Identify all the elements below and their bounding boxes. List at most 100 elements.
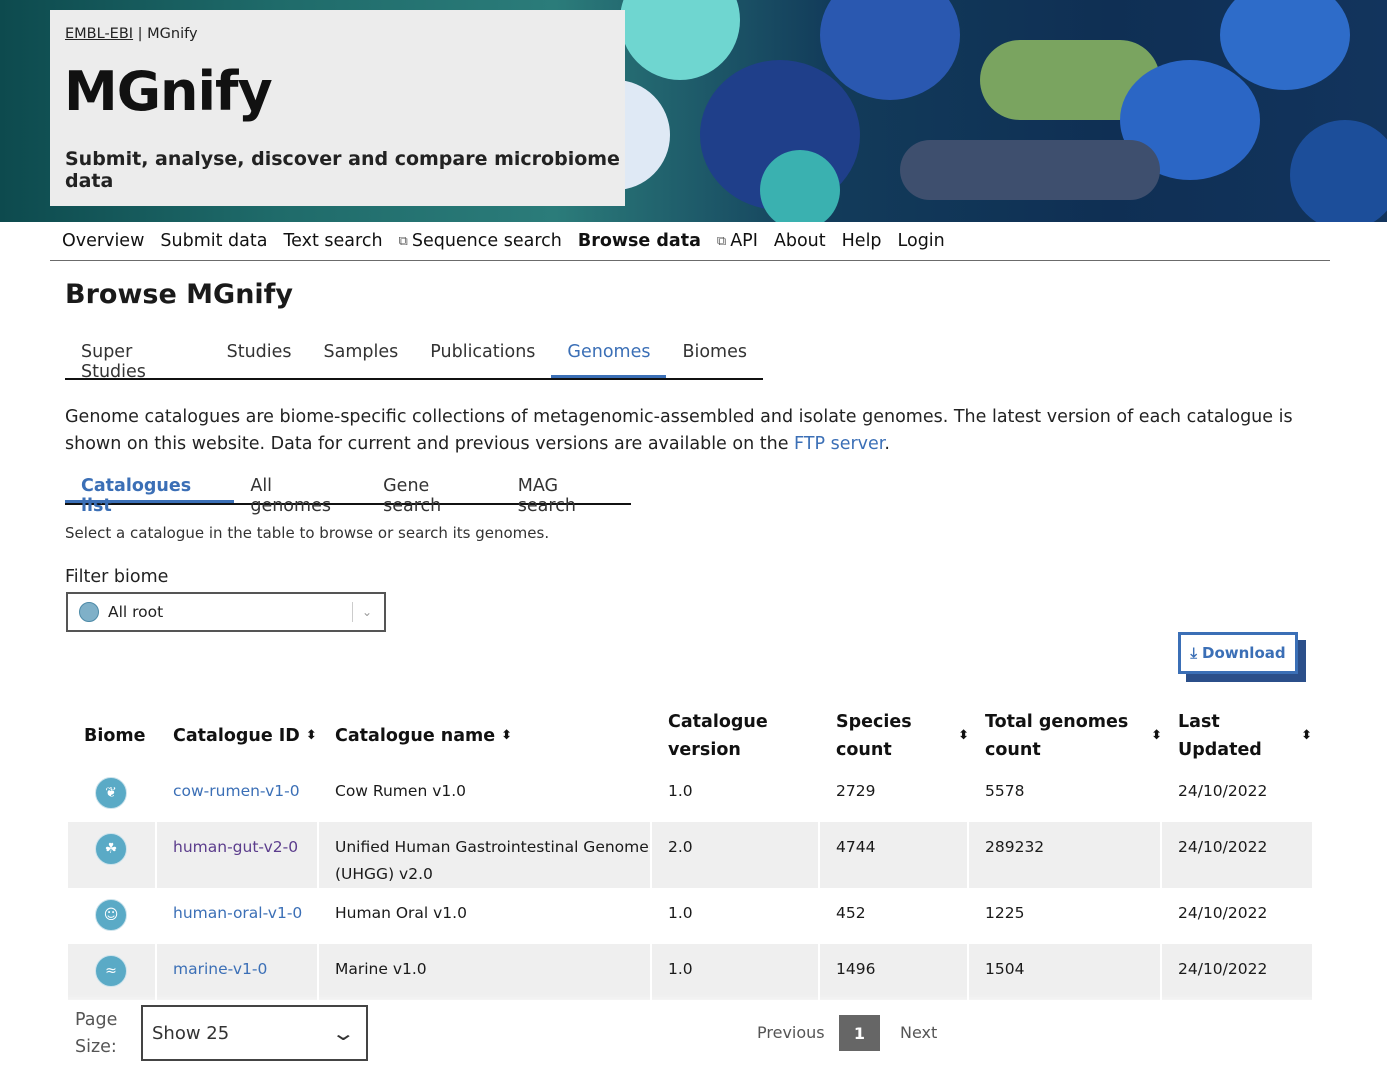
breadcrumb-separator: |: [137, 26, 143, 42]
intro-text: Genome catalogues are biome-specific col…: [65, 404, 1325, 458]
column-header-label: Catalogue ID: [173, 726, 300, 746]
catalogue-id-link[interactable]: human-gut-v2-0: [173, 838, 298, 856]
total-genomes-cell: 1225: [969, 888, 1162, 944]
nav-item-submit-data[interactable]: Submit data: [160, 231, 267, 251]
ftp-server-link[interactable]: FTP server: [794, 434, 884, 454]
page-size-label: Page Size:: [75, 1010, 118, 1057]
previous-page-button[interactable]: Previous: [757, 1023, 825, 1042]
nav-item-sequence-search[interactable]: ⧉ Sequence search: [399, 231, 562, 251]
hero-decor: [820, 0, 960, 100]
biome-cell: ❦: [68, 766, 157, 822]
subtab-all-genomes[interactable]: All genomes: [234, 470, 367, 516]
hero-decor: [1290, 120, 1387, 222]
catalogue-id-cell: human-gut-v2-0: [157, 822, 319, 888]
column-header-catalogue-name[interactable]: Catalogue name ⬍: [319, 706, 652, 766]
column-header-label: Catalogue name: [335, 726, 496, 746]
tab-genomes[interactable]: Genomes: [551, 332, 667, 378]
browse-tabs: Super Studies Studies Samples Publications G…: [65, 332, 763, 382]
column-header-label: Catalogue version: [668, 712, 768, 760]
nav-item-overview[interactable]: Overview: [62, 231, 144, 251]
nav-item-text-search[interactable]: Text search: [283, 231, 382, 251]
catalogue-id-cell: cow-rumen-v1-0: [157, 766, 319, 822]
page-size-select[interactable]: Show 25 ⌄: [141, 1005, 368, 1061]
sort-icon[interactable]: ⬍: [1301, 722, 1312, 750]
column-header-last-updated[interactable]: Last Updated ⬍: [1162, 706, 1312, 766]
breadcrumb-site: MGnify: [147, 26, 198, 42]
hero-decor: [900, 140, 1160, 200]
catalogues-table: Biome Catalogue ID ⬍ Catalogue name ⬍ Catalog…: [68, 706, 1312, 1000]
table-row[interactable]: ❦ cow-rumen-v1-0 Cow Rumen v1.0 1.0 2729 5578…: [68, 766, 1312, 822]
nav-item-help[interactable]: Help: [842, 231, 882, 251]
tab-biomes[interactable]: Biomes: [666, 332, 763, 378]
column-header-catalogue-id[interactable]: Catalogue ID ⬍: [157, 706, 319, 766]
last-updated-cell: 24/10/2022: [1178, 782, 1268, 800]
nav-label: Login: [897, 231, 945, 251]
table-row[interactable]: ≈ marine-v1-0 Marine v1.0 1.0 1496 1504 24/10/…: [68, 944, 1312, 1000]
tab-publications[interactable]: Publications: [414, 332, 551, 378]
catalogue-name-cell: Cow Rumen v1.0: [319, 766, 652, 822]
help-text: Select a catalogue in the table to brows…: [65, 524, 550, 542]
intro-body: Genome catalogues are biome-specific col…: [65, 407, 1293, 454]
catalogue-id-link[interactable]: cow-rumen-v1-0: [173, 782, 300, 800]
next-page-button[interactable]: Next: [900, 1023, 937, 1042]
catalogue-name-cell: Human Oral v1.0: [319, 888, 652, 944]
catalogue-name-cell: Marine v1.0: [319, 944, 652, 1000]
subtab-gene-search[interactable]: Gene search: [367, 470, 502, 516]
column-header-species-count[interactable]: Species count ⬍: [820, 706, 969, 766]
last-updated-cell: 24/10/2022: [1178, 838, 1268, 856]
last-updated-cell: 24/10/2022: [1178, 960, 1268, 978]
tab-samples[interactable]: Samples: [308, 332, 415, 378]
sort-icon[interactable]: ⬍: [1151, 722, 1162, 750]
sort-icon[interactable]: ⬍: [306, 722, 317, 750]
biome-filter-select[interactable]: All root ⌄: [66, 592, 386, 632]
download-button[interactable]: ⤓ Download: [1178, 632, 1298, 674]
page-1-button[interactable]: 1: [839, 1015, 880, 1051]
column-header-catalogue-version: Catalogue version: [652, 706, 820, 766]
catalogue-version-cell: 1.0: [652, 766, 820, 822]
human-gut-icon: ☘: [95, 833, 127, 865]
total-genomes-cell: 289232: [969, 822, 1162, 888]
nav-item-about[interactable]: About: [774, 231, 826, 251]
marine-icon: ≈: [95, 955, 127, 987]
page-title: Browse MGnify: [65, 279, 294, 310]
subtab-mag-search[interactable]: MAG search: [502, 470, 631, 516]
tab-studies[interactable]: Studies: [211, 332, 308, 378]
catalogue-id-link[interactable]: marine-v1-0: [173, 960, 267, 978]
table-row[interactable]: ☺ human-oral-v1-0 Human Oral v1.0 1.0 452 122…: [68, 888, 1312, 944]
sort-icon[interactable]: ⬍: [501, 722, 512, 750]
nav-label: About: [773, 231, 826, 251]
sort-icon[interactable]: ⬍: [958, 722, 969, 750]
filter-biome-label: Filter biome: [65, 567, 169, 587]
total-genomes-cell: 1504: [969, 944, 1162, 1000]
globe-icon: [79, 602, 99, 622]
table-body: ❦ cow-rumen-v1-0 Cow Rumen v1.0 1.0 2729 5578…: [68, 766, 1312, 1000]
species-count-cell: 1496: [820, 944, 969, 1000]
cow-icon: ❦: [95, 777, 127, 809]
tagline: Submit, analyse, discover and compare mi…: [65, 148, 620, 192]
column-header-total-genomes-count[interactable]: Total genomes count ⬍: [969, 706, 1162, 766]
species-count-cell: 2729: [820, 766, 969, 822]
select-separator: [351, 602, 353, 622]
intro-end: .: [884, 434, 890, 454]
nav-label: Text search: [283, 231, 383, 251]
chevron-down-icon[interactable]: ⌄: [362, 605, 372, 619]
nav-item-login[interactable]: Login: [898, 231, 945, 251]
catalogue-id-cell: marine-v1-0: [157, 944, 319, 1000]
hero-decor: [760, 150, 840, 222]
nav-item-api[interactable]: ⧉ API: [717, 231, 758, 251]
column-header-biome: Biome: [68, 706, 157, 766]
nav-item-browse-data[interactable]: Browse data: [578, 231, 701, 251]
page-size-value: Show 25: [152, 1022, 230, 1044]
embl-ebi-link[interactable]: EMBL-EBI: [65, 26, 133, 42]
nav-label: Help: [841, 231, 882, 251]
catalogue-id-link[interactable]: human-oral-v1-0: [173, 904, 302, 922]
subtab-catalogues-list[interactable]: Catalogues list: [65, 470, 235, 516]
mgnify-logo[interactable]: MGnify: [64, 60, 273, 123]
table-row[interactable]: ☘ human-gut-v2-0 Unified Human Gastrointes…: [68, 822, 1312, 888]
column-header-label: Biome: [84, 726, 146, 746]
external-link-icon: ⧉: [398, 233, 408, 249]
nav-label: Submit data: [160, 231, 268, 251]
catalogue-version-cell: 1.0: [652, 944, 820, 1000]
chevron-down-icon: ⌄: [331, 1021, 357, 1045]
tab-super-studies[interactable]: Super Studies: [65, 332, 211, 382]
